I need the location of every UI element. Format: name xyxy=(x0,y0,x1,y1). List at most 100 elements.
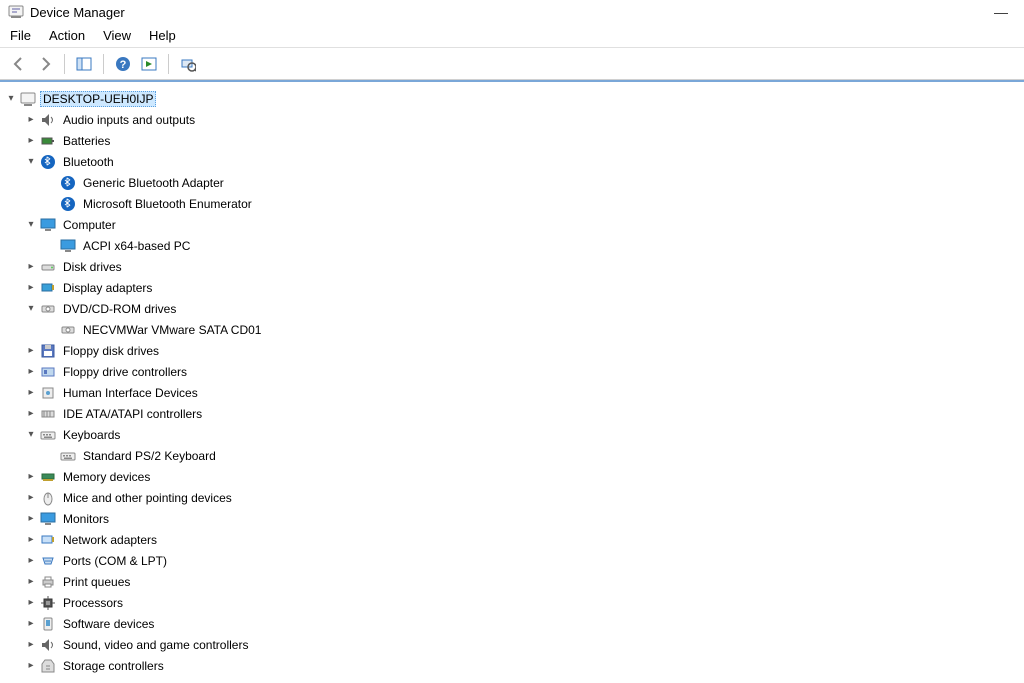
network-icon xyxy=(40,532,56,548)
chevron-right-icon[interactable]: ▸ xyxy=(24,575,38,589)
tree-label: Display adapters xyxy=(60,280,155,296)
tree-item-memory[interactable]: ▸ Memory devices xyxy=(4,466,1020,487)
software-icon xyxy=(40,616,56,632)
tree-root[interactable]: ▾ DESKTOP-UEH0IJP xyxy=(4,88,1020,109)
menu-help[interactable]: Help xyxy=(149,28,176,43)
show-hide-console-tree-button[interactable] xyxy=(73,53,95,75)
chevron-right-icon[interactable]: ▸ xyxy=(24,407,38,421)
tree-item-computer[interactable]: ▾ Computer xyxy=(4,214,1020,235)
chevron-right-icon[interactable]: ▸ xyxy=(24,281,38,295)
tree-item-hid[interactable]: ▸ Human Interface Devices xyxy=(4,382,1020,403)
tree-item-display[interactable]: ▸ Display adapters xyxy=(4,277,1020,298)
app-icon xyxy=(8,4,24,20)
dvd-icon xyxy=(40,301,56,317)
monitor-icon xyxy=(60,238,76,254)
chevron-right-icon[interactable]: ▸ xyxy=(24,659,38,673)
keyboard-icon xyxy=(60,448,76,464)
tree-label: Memory devices xyxy=(60,469,153,485)
tree-label: ACPI x64-based PC xyxy=(80,238,193,254)
tree-item-floppy-drives[interactable]: ▸ Floppy disk drives xyxy=(4,340,1020,361)
separator xyxy=(64,54,65,74)
device-tree[interactable]: ▾ DESKTOP-UEH0IJP ▸ Audio inputs and out… xyxy=(0,80,1024,681)
chevron-right-icon[interactable]: ▸ xyxy=(24,134,38,148)
chevron-right-icon[interactable]: ▸ xyxy=(24,470,38,484)
chevron-down-icon[interactable]: ▾ xyxy=(24,155,38,169)
action-button[interactable] xyxy=(138,53,160,75)
tree-item-dvd[interactable]: ▾ DVD/CD-ROM drives xyxy=(4,298,1020,319)
tree-item-keyboards[interactable]: ▾ Keyboards xyxy=(4,424,1020,445)
tree-item-floppy-ctrl[interactable]: ▸ Floppy drive controllers xyxy=(4,361,1020,382)
battery-icon xyxy=(40,133,56,149)
help-button[interactable]: ? xyxy=(112,53,134,75)
computer-root-icon xyxy=(20,91,36,107)
tree-label: Microsoft Bluetooth Enumerator xyxy=(80,196,255,212)
menu-file[interactable]: File xyxy=(10,28,31,43)
bluetooth-icon xyxy=(60,196,76,212)
tree-label: Network adapters xyxy=(60,532,160,548)
disk-icon xyxy=(40,259,56,275)
tree-item-ports[interactable]: ▸ Ports (COM & LPT) xyxy=(4,550,1020,571)
tree-item-storage[interactable]: ▸ Storage controllers xyxy=(4,655,1020,676)
chevron-right-icon[interactable]: ▸ xyxy=(24,638,38,652)
tree-item-audio[interactable]: ▸ Audio inputs and outputs xyxy=(4,109,1020,130)
back-button[interactable] xyxy=(8,53,30,75)
tree-label: Mice and other pointing devices xyxy=(60,490,235,506)
chevron-right-icon[interactable]: ▸ xyxy=(24,260,38,274)
menu-action[interactable]: Action xyxy=(49,28,85,43)
tree-item-bluetooth-enum[interactable]: ▸ Microsoft Bluetooth Enumerator xyxy=(4,193,1020,214)
hid-icon xyxy=(40,385,56,401)
chevron-right-icon[interactable]: ▸ xyxy=(24,554,38,568)
tree-item-dvd-child[interactable]: ▸ NECVMWar VMware SATA CD01 xyxy=(4,319,1020,340)
scan-hardware-button[interactable] xyxy=(177,53,199,75)
port-icon xyxy=(40,553,56,569)
chevron-right-icon[interactable]: ▸ xyxy=(24,533,38,547)
chevron-right-icon[interactable]: ▸ xyxy=(24,365,38,379)
chevron-down-icon[interactable]: ▾ xyxy=(4,92,18,106)
tree-item-keyboard-child[interactable]: ▸ Standard PS/2 Keyboard xyxy=(4,445,1020,466)
tree-item-mice[interactable]: ▸ Mice and other pointing devices xyxy=(4,487,1020,508)
forward-button[interactable] xyxy=(34,53,56,75)
tree-label: Software devices xyxy=(60,616,157,632)
tree-root-label: DESKTOP-UEH0IJP xyxy=(40,91,156,107)
tree-label: Bluetooth xyxy=(60,154,117,170)
tree-item-bluetooth-adapter[interactable]: ▸ Generic Bluetooth Adapter xyxy=(4,172,1020,193)
tree-label: Keyboards xyxy=(60,427,123,443)
floppy-controller-icon xyxy=(40,364,56,380)
monitor-icon xyxy=(40,217,56,233)
chevron-right-icon[interactable]: ▸ xyxy=(24,386,38,400)
cpu-icon xyxy=(40,595,56,611)
tree-label: Storage controllers xyxy=(60,658,167,674)
tree-item-printq[interactable]: ▸ Print queues xyxy=(4,571,1020,592)
toolbar: ? xyxy=(0,48,1024,80)
tree-label: Floppy disk drives xyxy=(60,343,162,359)
menubar: File Action View Help xyxy=(0,24,1024,48)
chevron-right-icon[interactable]: ▸ xyxy=(24,113,38,127)
tree-item-monitors[interactable]: ▸ Monitors xyxy=(4,508,1020,529)
tree-label: Floppy drive controllers xyxy=(60,364,190,380)
menu-view[interactable]: View xyxy=(103,28,131,43)
chevron-right-icon[interactable]: ▸ xyxy=(24,491,38,505)
tree-item-network[interactable]: ▸ Network adapters xyxy=(4,529,1020,550)
tree-item-computer-child[interactable]: ▸ ACPI x64-based PC xyxy=(4,235,1020,256)
tree-label: Monitors xyxy=(60,511,112,527)
tree-item-batteries[interactable]: ▸ Batteries xyxy=(4,130,1020,151)
chevron-down-icon[interactable]: ▾ xyxy=(24,302,38,316)
tree-item-sound[interactable]: ▸ Sound, video and game controllers xyxy=(4,634,1020,655)
minimize-button[interactable]: — xyxy=(994,4,1008,20)
chevron-right-icon[interactable]: ▸ xyxy=(24,512,38,526)
chevron-right-icon[interactable]: ▸ xyxy=(24,596,38,610)
chevron-down-icon[interactable]: ▾ xyxy=(24,218,38,232)
chevron-right-icon[interactable]: ▸ xyxy=(24,344,38,358)
chevron-right-icon[interactable]: ▸ xyxy=(24,617,38,631)
mouse-icon xyxy=(40,490,56,506)
tree-label: Batteries xyxy=(60,133,113,149)
tree-label: NECVMWar VMware SATA CD01 xyxy=(80,322,264,338)
titlebar: Device Manager — xyxy=(0,0,1024,24)
tree-item-processors[interactable]: ▸ Processors xyxy=(4,592,1020,613)
chevron-down-icon[interactable]: ▾ xyxy=(24,428,38,442)
tree-item-software[interactable]: ▸ Software devices xyxy=(4,613,1020,634)
tree-item-bluetooth[interactable]: ▾ Bluetooth xyxy=(4,151,1020,172)
storage-controller-icon xyxy=(40,658,56,674)
tree-item-disk[interactable]: ▸ Disk drives xyxy=(4,256,1020,277)
tree-item-ide[interactable]: ▸ IDE ATA/ATAPI controllers xyxy=(4,403,1020,424)
